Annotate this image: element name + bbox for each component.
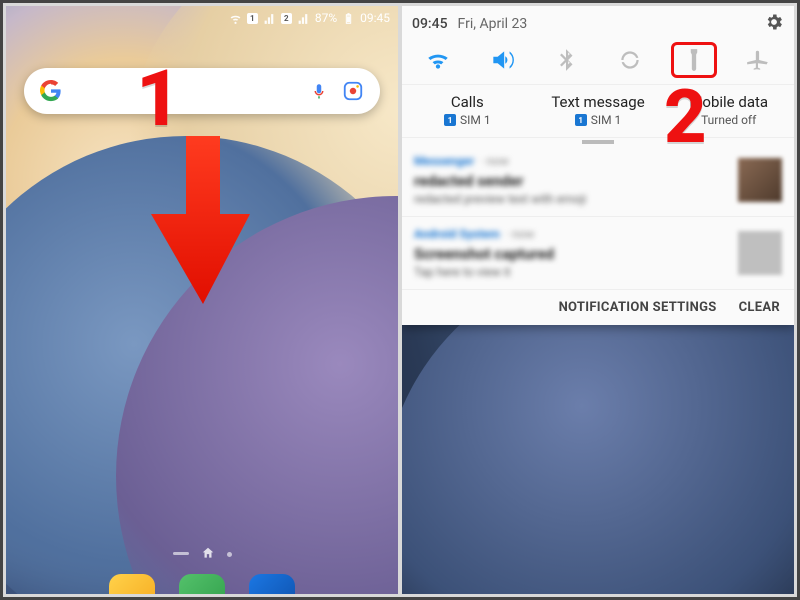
tutorial-frame: 1 2 87% 09:45 1 [3,3,797,597]
qs-bluetooth[interactable] [543,42,589,78]
notif-thumbnail [738,158,782,202]
swipe-down-arrow-icon [148,136,258,306]
sim-chip-icon: 1 [444,114,456,126]
shade-time: 09:45 [412,16,448,32]
qs-flashlight[interactable] [671,42,717,78]
flashlight-icon [681,47,707,73]
tile-sub: SIM 1 [591,113,622,127]
tile-calls[interactable]: Calls 1 SIM 1 [402,85,533,137]
notif-app: Android System [414,227,500,241]
sim2-badge: 2 [281,13,292,24]
settings-button[interactable] [764,12,784,36]
sound-icon [489,47,515,73]
home-indicator-icon [201,546,215,560]
auto-rotate-icon [617,47,643,73]
notif-title: Screenshot captured [414,245,728,263]
notif-app: Messenger [414,154,474,168]
google-search-bar[interactable] [24,68,380,114]
notif-meta: · now [480,154,509,168]
voice-search-icon[interactable] [310,82,328,100]
annotation-number-1: 1 [136,54,181,145]
tile-sub: Turned off [701,113,756,127]
status-bar: 1 2 87% 09:45 [6,6,398,30]
airplane-icon [745,47,771,73]
annotation-number-2: 2 [664,74,707,161]
dock-app-3[interactable] [249,574,295,594]
shade-date: Fri, April 23 [458,16,528,32]
page-indicator [6,546,398,560]
qs-airplane[interactable] [735,42,781,78]
tile-texts[interactable]: Text message 1 SIM 1 [533,85,664,137]
tile-title: Text message [539,93,658,111]
qs-rotate[interactable] [607,42,653,78]
notification-settings-button[interactable]: NOTIFICATION SETTINGS [559,300,717,315]
gear-icon [764,12,784,32]
tile-title: Calls [408,93,527,111]
notif-thumbnail [738,231,782,275]
shade-actions: NOTIFICATION SETTINGS CLEAR [402,290,794,325]
notif-title: redacted sender [414,172,728,190]
notif-body: redacted preview text with emoji [414,192,728,206]
signal1-icon [263,12,276,25]
wifi-icon [229,12,242,25]
home-screen-pane: 1 2 87% 09:45 1 [6,6,398,594]
battery-icon [342,12,355,25]
notification-shade-pane: 09:45 Fri, April 23 Calls 1 SIM 1 [402,6,794,594]
signal2-icon [297,12,310,25]
qs-wifi[interactable] [415,42,461,78]
sim-chip-icon: 1 [575,114,587,126]
google-logo-icon [40,80,62,102]
quick-settings-row [402,38,794,84]
notif-body: Tap here to view it [414,265,728,279]
notification-item[interactable]: Android System· now Screenshot captured … [402,217,794,290]
notification-shade[interactable]: 09:45 Fri, April 23 Calls 1 SIM 1 [402,6,794,325]
sim-tiles: Calls 1SIM 1 Text message 1SIM 1 Mobile … [402,84,794,138]
qs-sound[interactable] [479,42,525,78]
clock: 09:45 [360,11,390,25]
sim1-badge: 1 [247,13,258,24]
shade-header: 09:45 Fri, April 23 [402,6,794,38]
notif-meta: · now [506,227,535,241]
wifi-icon [425,47,451,73]
google-lens-icon[interactable] [342,80,364,102]
dock [6,574,398,594]
battery-percent: 87% [315,11,337,25]
dock-app-1[interactable] [109,574,155,594]
clear-button[interactable]: CLEAR [739,300,780,315]
dock-app-2[interactable] [179,574,225,594]
notification-item[interactable]: Messenger · now redacted sender redacted … [402,144,794,217]
bluetooth-icon [553,47,579,73]
tile-sub: SIM 1 [460,113,491,127]
